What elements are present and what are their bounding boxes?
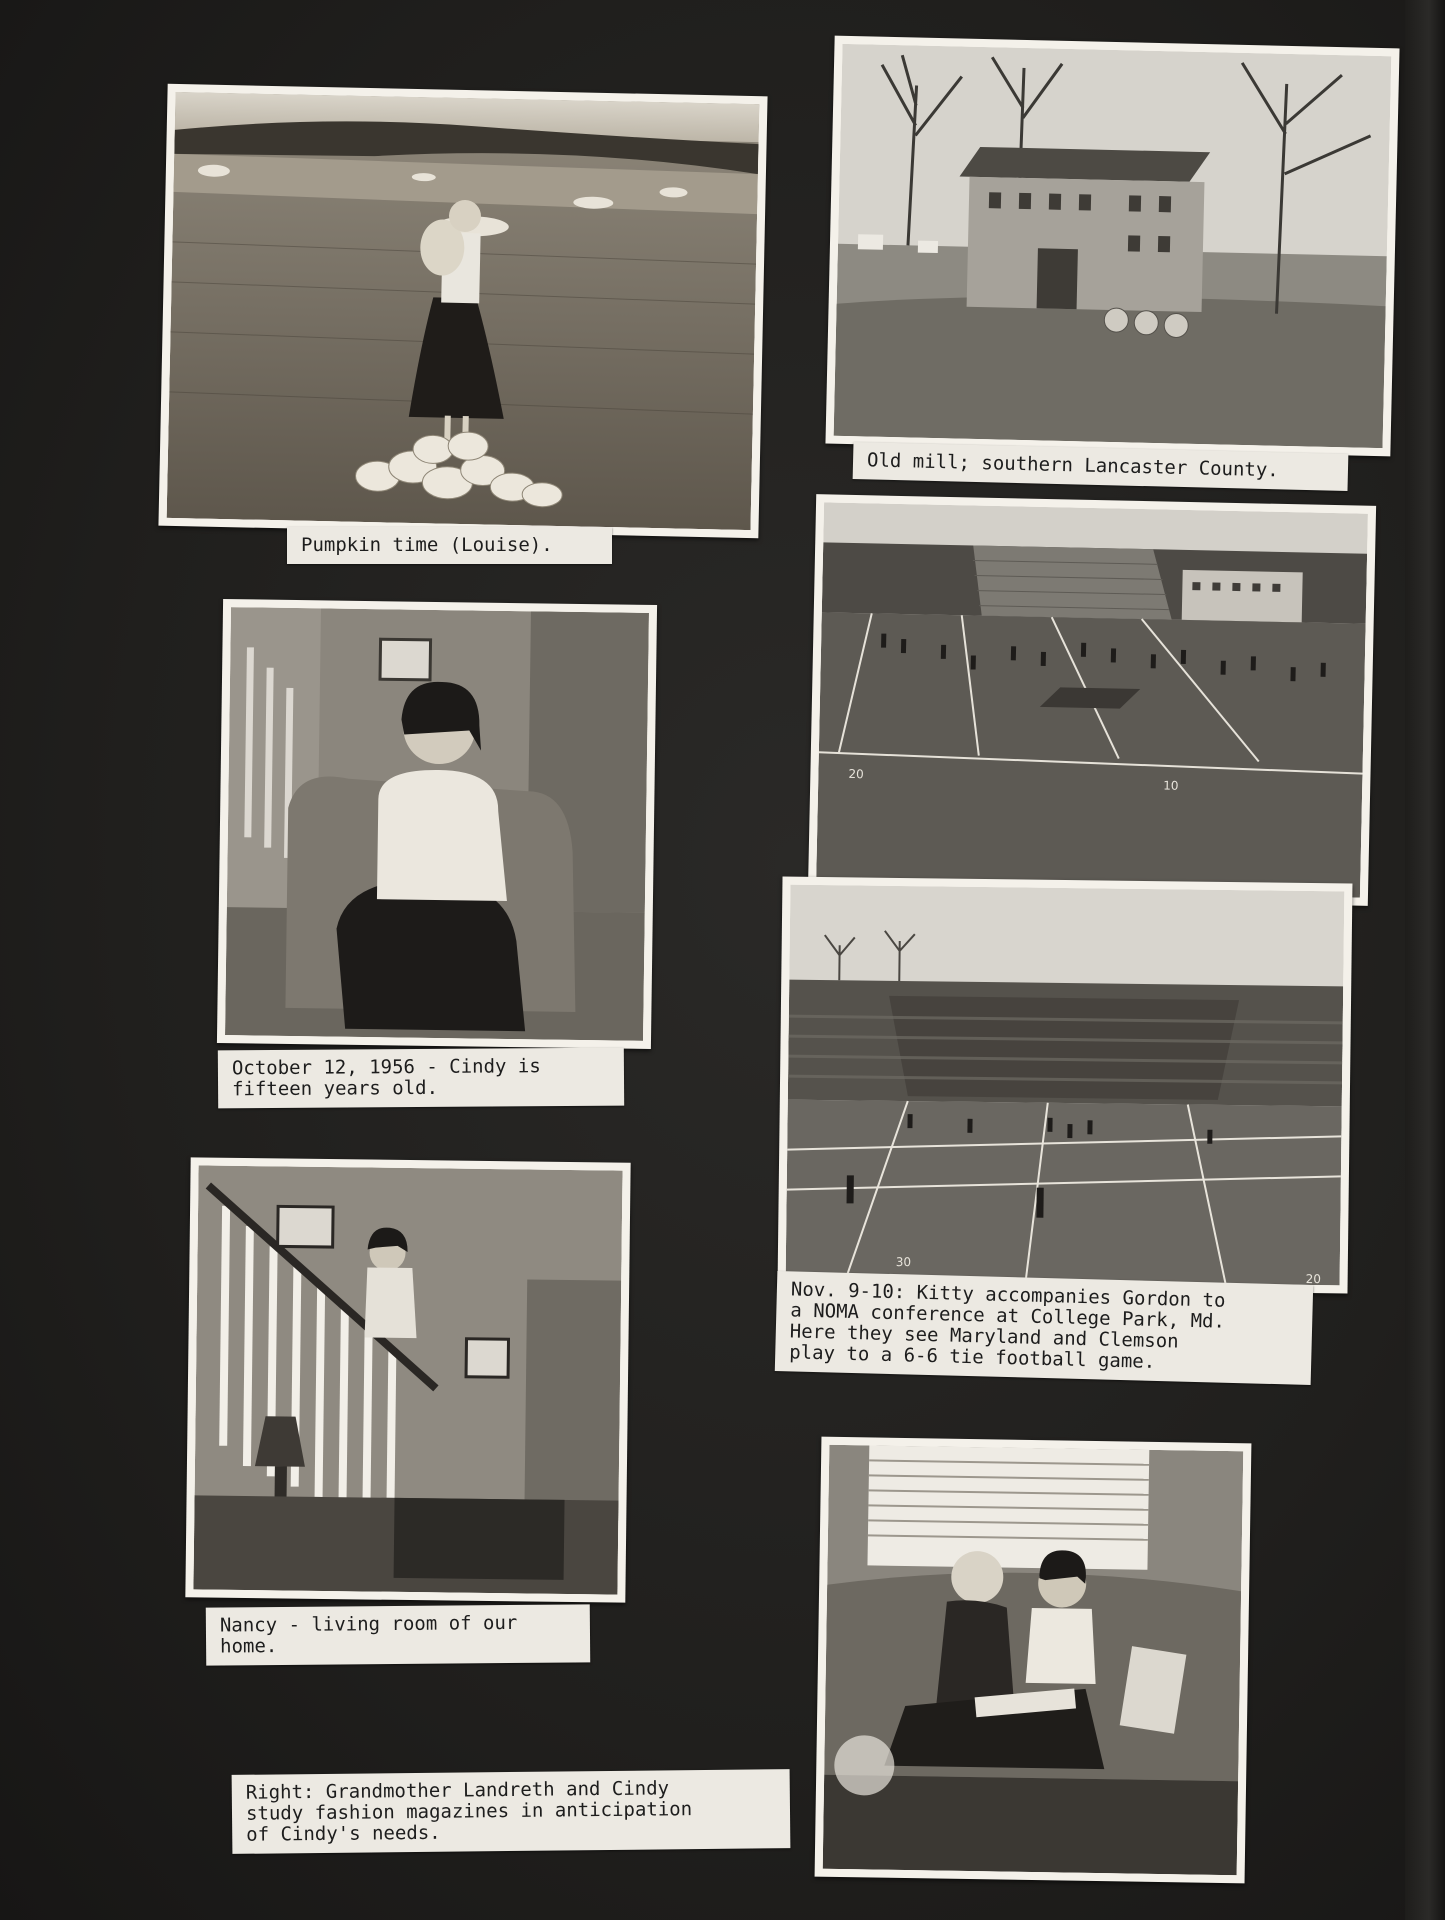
band-field-yard-10: 10	[1163, 779, 1179, 793]
album-page-edge	[1405, 0, 1445, 1920]
grandmother-cindy-photo	[814, 1436, 1252, 1884]
cindy-photo	[216, 598, 658, 1050]
football-caption: Nov. 9-10: Kitty accompanies Gordon to a…	[774, 1271, 1314, 1385]
football-game-photo: 30 20	[777, 876, 1353, 1294]
band-field-photo: 20 10	[807, 494, 1377, 906]
pumpkin-caption: Pumpkin time (Louise).	[287, 527, 612, 564]
pumpkin-photo	[158, 83, 768, 539]
grandmother-caption: Right: Grandmother Landreth and Cindy st…	[231, 1769, 791, 1854]
nancy-caption: Nancy - living room of our home.	[205, 1604, 591, 1666]
band-field-yard-20: 20	[848, 767, 864, 781]
football-game-yard-30: 30	[896, 1255, 911, 1269]
mill-photo	[825, 35, 1400, 457]
cindy-caption: October 12, 1956 - Cindy is fifteen year…	[217, 1047, 625, 1109]
nancy-photo	[185, 1157, 631, 1603]
football-game-yard-20: 20	[1306, 1272, 1321, 1285]
